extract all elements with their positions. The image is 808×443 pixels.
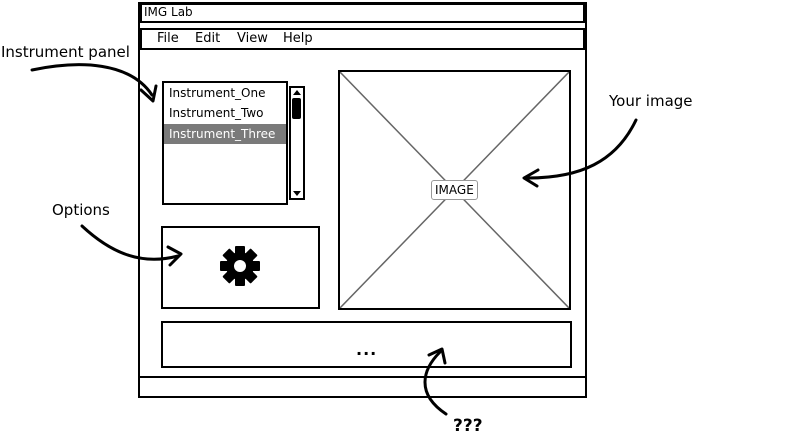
instrument-panel-arrow: [30, 63, 154, 97]
your-image-arrow: [526, 118, 638, 180]
options-arrow: [80, 224, 180, 261]
annotation-arrows: [30, 63, 638, 416]
instrument-panel-annotation: Instrument panel: [1, 43, 130, 61]
options-annotation: Options: [52, 201, 110, 219]
your-image-annotation: Your image: [609, 92, 693, 110]
bottom-arrow: [423, 350, 448, 416]
bottom-annotation: ???: [453, 416, 483, 436]
